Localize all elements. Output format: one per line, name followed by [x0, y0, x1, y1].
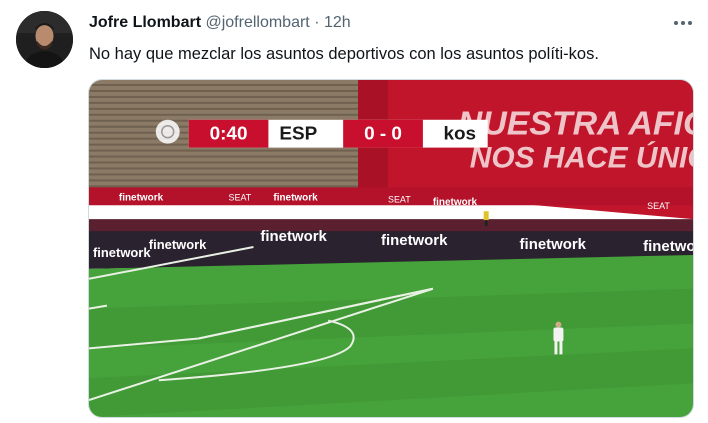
ad-board-4: finetwork	[381, 232, 448, 249]
avatar-photo-icon	[16, 11, 73, 68]
separator-dot: ·	[314, 14, 320, 31]
author-handle[interactable]: @jofrellombart	[205, 14, 309, 31]
home-team: ESP	[279, 124, 317, 145]
upper-ad-1: finetwork	[119, 192, 164, 203]
upper-ad-4: SEAT	[388, 194, 411, 204]
banner-line-2: NOS HACE ÚNICOS	[470, 141, 693, 175]
scoreboard: 0:40 ESP 0 - 0 kos	[188, 119, 488, 148]
ad-board-6: finetwork	[643, 238, 693, 255]
upper-ad-5: finetwork	[433, 197, 478, 208]
ad-board-3: finetwork	[260, 228, 327, 245]
competition-logo	[155, 119, 180, 144]
banner-line-1: NUESTRA AFICIÓN	[458, 105, 693, 143]
upper-ad-3: finetwork	[273, 192, 318, 203]
away-team: kos	[443, 124, 476, 145]
tweet-text: No hay que mezclar los asuntos deportivo…	[89, 45, 599, 63]
upper-ad-2: SEAT	[229, 192, 252, 202]
more-options-button[interactable]	[668, 10, 698, 36]
tweet[interactable]: Jofre Llombart @jofrellombart · 12h No h…	[0, 0, 708, 423]
timestamp[interactable]: 12h	[324, 14, 351, 31]
avatar[interactable]	[16, 11, 73, 68]
ad-board-2: finetwork	[149, 237, 207, 252]
tweet-header: Jofre Llombart @jofrellombart · 12h	[89, 13, 351, 33]
match-score: 0 - 0	[364, 124, 402, 145]
match-clock: 0:40	[210, 124, 248, 145]
more-horizontal-icon	[674, 21, 692, 25]
football-broadcast-image: NUESTRA AFICIÓN NOS HACE ÚNICOS finetwor…	[89, 80, 693, 417]
ad-board-1: finetwork	[93, 245, 151, 260]
ad-board-5: finetwork	[520, 236, 587, 253]
author-name[interactable]: Jofre Llombart	[89, 14, 201, 31]
upper-ad-6: SEAT	[647, 201, 670, 211]
tweet-media[interactable]: NUESTRA AFICIÓN NOS HACE ÚNICOS finetwor…	[88, 79, 694, 418]
